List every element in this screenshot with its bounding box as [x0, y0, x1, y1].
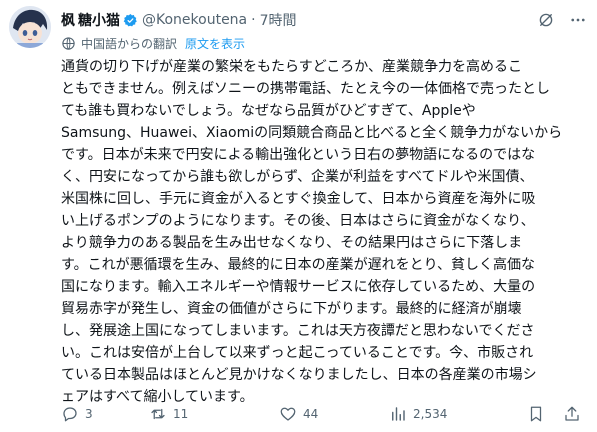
translation-label: 中国語からの翻訳: [81, 37, 178, 51]
more-icon[interactable]: [569, 11, 587, 29]
separator-dot: ·: [251, 12, 256, 28]
verified-badge-icon: [123, 13, 138, 28]
like-count: 44: [303, 407, 319, 421]
repost-count: 11: [173, 407, 189, 421]
handle[interactable]: @Konekoutena: [142, 12, 247, 28]
avatar-image: [9, 6, 51, 48]
views-icon: [392, 407, 405, 421]
name-prefix: 枫: [61, 13, 75, 29]
timestamp[interactable]: 7時間: [260, 10, 297, 30]
avatar[interactable]: [9, 6, 51, 48]
repost-icon: [151, 408, 165, 420]
reply-icon: [63, 407, 77, 422]
show-original-link[interactable]: 原文を表示: [185, 35, 245, 52]
reply-count: 3: [85, 407, 93, 421]
post-header: 枫 糖小猫 @Konekoutena · 7時間: [61, 9, 587, 31]
translation-bar: 中国語からの翻訳 原文を表示: [61, 35, 245, 52]
post-text: 通貨の切り下げが産業の繁栄をもたらすどころか、産業競争力を高めるこ ともできませ…: [61, 59, 563, 405]
tweet: 枫 糖小猫 @Konekoutena · 7時間 中国語からの翻訳 原文を表示 …: [0, 0, 597, 432]
translate-icon: [62, 37, 75, 50]
views-button[interactable]: 2,534: [389, 405, 499, 423]
like-icon: [280, 407, 296, 421]
repost-button[interactable]: 11: [149, 405, 279, 423]
header-actions: [537, 11, 587, 29]
like-button[interactable]: 44: [279, 405, 389, 423]
action-bar: 3 11 44 2,534: [61, 403, 581, 425]
secondary-actions: [527, 405, 581, 423]
bookmark-icon[interactable]: [527, 405, 545, 423]
display-name[interactable]: 糖小猫: [78, 10, 120, 30]
share-icon[interactable]: [563, 405, 581, 423]
view-count: 2,534: [413, 407, 448, 421]
reply-button[interactable]: 3: [61, 405, 149, 423]
grok-icon[interactable]: [537, 11, 555, 29]
